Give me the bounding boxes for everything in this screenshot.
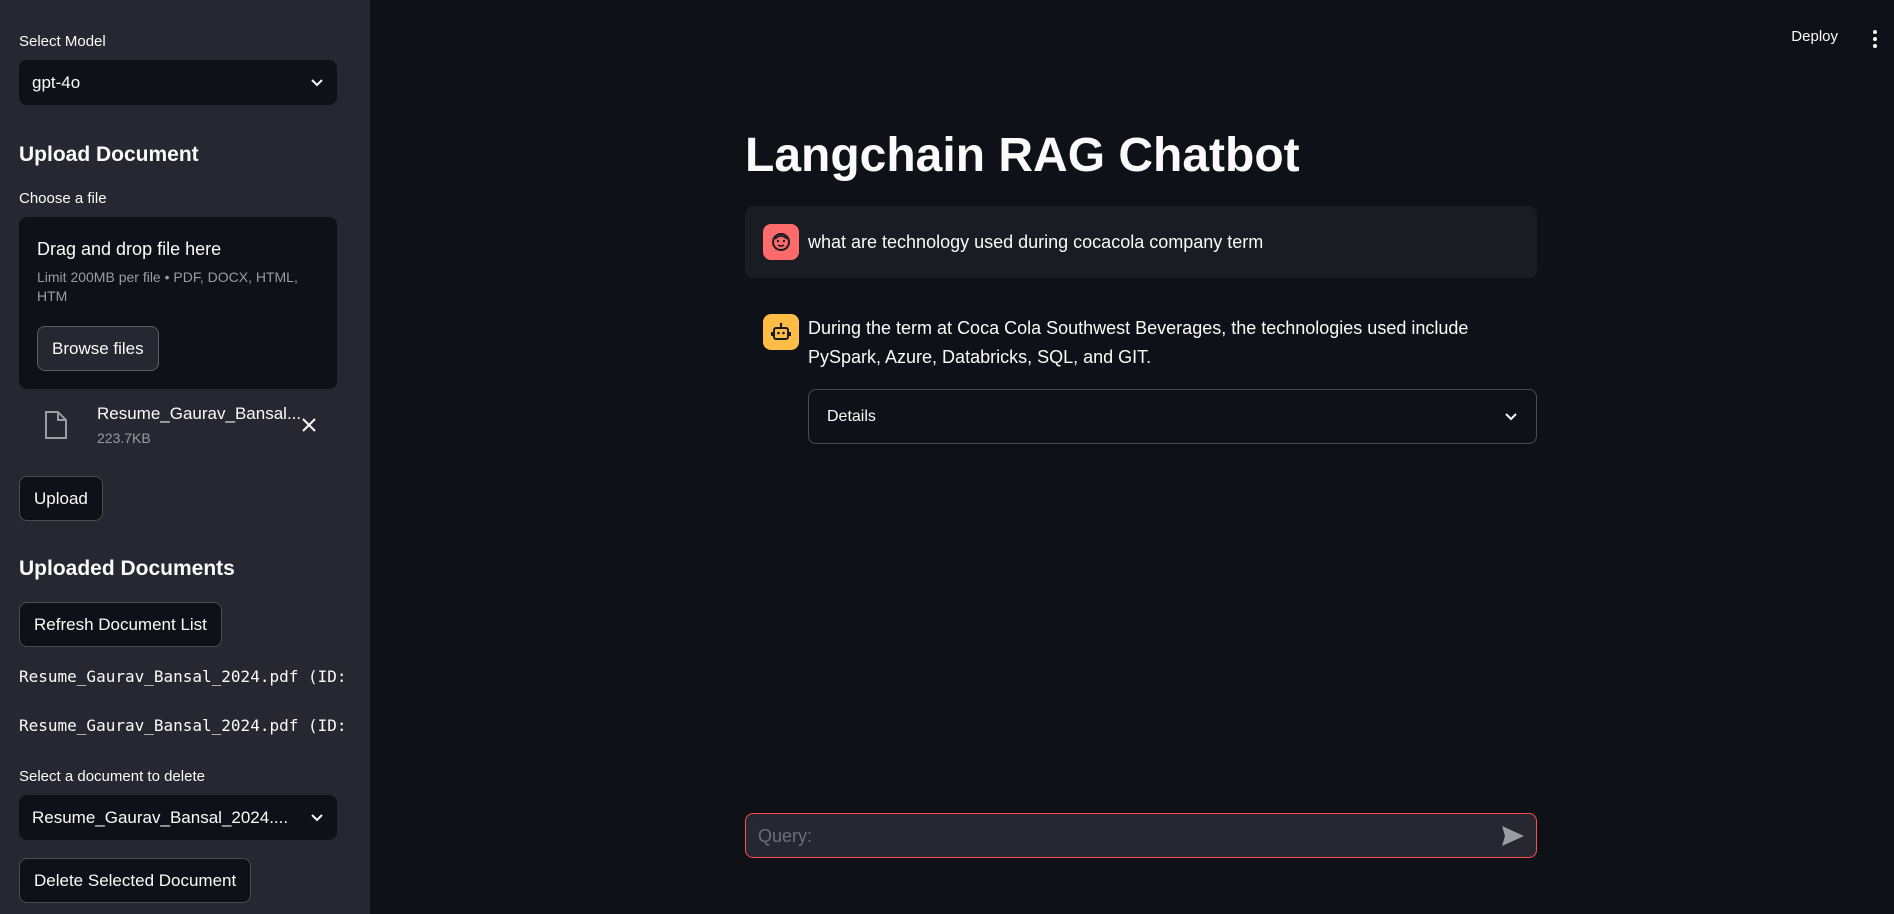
- uploaded-documents-heading: Uploaded Documents: [19, 557, 235, 580]
- browse-files-button[interactable]: Browse files: [37, 326, 159, 371]
- delete-select-value: Resume_Gaurav_Bansal_2024....: [32, 807, 289, 827]
- file-icon: [45, 411, 67, 439]
- model-select[interactable]: gpt-4o: [19, 60, 337, 105]
- assistant-avatar-icon: [763, 314, 799, 350]
- chevron-down-icon: [311, 813, 323, 821]
- uploaded-file-item: Resume_Gaurav_Bansal... 223.7KB: [19, 400, 337, 450]
- deploy-button[interactable]: Deploy: [1791, 28, 1838, 45]
- dropzone-limit: Limit 200MB per file • PDF, DOCX, HTML, …: [37, 269, 298, 304]
- select-model-label: Select Model: [19, 33, 106, 50]
- close-icon[interactable]: [301, 417, 317, 433]
- assistant-message-text: During the term at Coca Cola Southwest B…: [808, 318, 1469, 367]
- file-dropzone[interactable]: Drag and drop file here Limit 200MB per …: [19, 217, 337, 389]
- user-message: what are technology used during cocacola…: [745, 206, 1537, 278]
- upload-heading: Upload Document: [19, 143, 199, 166]
- delete-selected-document-button[interactable]: Delete Selected Document: [19, 858, 252, 903]
- choose-file-label: Choose a file: [19, 190, 107, 207]
- refresh-document-list-button[interactable]: Refresh Document List: [19, 602, 222, 647]
- delete-select-label: Select a document to delete: [19, 768, 205, 785]
- details-expander[interactable]: Details: [808, 389, 1537, 444]
- delete-document-select[interactable]: Resume_Gaurav_Bansal_2024....: [19, 795, 337, 840]
- chat-input[interactable]: [756, 814, 1480, 859]
- chevron-down-icon: [1505, 412, 1517, 420]
- sidebar: Select Model gpt-4o Upload Document Choo…: [0, 0, 370, 914]
- user-avatar-icon: [763, 224, 799, 260]
- more-menu-icon[interactable]: [1870, 28, 1880, 50]
- user-message-text: what are technology used during cocacola…: [808, 232, 1264, 252]
- send-icon[interactable]: [1500, 824, 1526, 848]
- document-list-item: Resume_Gaurav_Bansal_2024.pdf (ID:: [19, 716, 347, 735]
- upload-button[interactable]: Upload: [19, 476, 103, 521]
- model-select-value: gpt-4o: [32, 72, 81, 92]
- chevron-down-icon: [311, 78, 323, 86]
- uploaded-file-size: 223.7KB: [97, 430, 151, 446]
- document-list-item: Resume_Gaurav_Bansal_2024.pdf (ID:: [19, 667, 347, 686]
- dropzone-title: Drag and drop file here: [37, 239, 222, 259]
- chat-input-container: [745, 813, 1537, 859]
- details-label: Details: [827, 407, 876, 425]
- page-title: Langchain RAG Chatbot: [745, 129, 1300, 182]
- uploaded-file-name: Resume_Gaurav_Bansal...: [97, 404, 302, 423]
